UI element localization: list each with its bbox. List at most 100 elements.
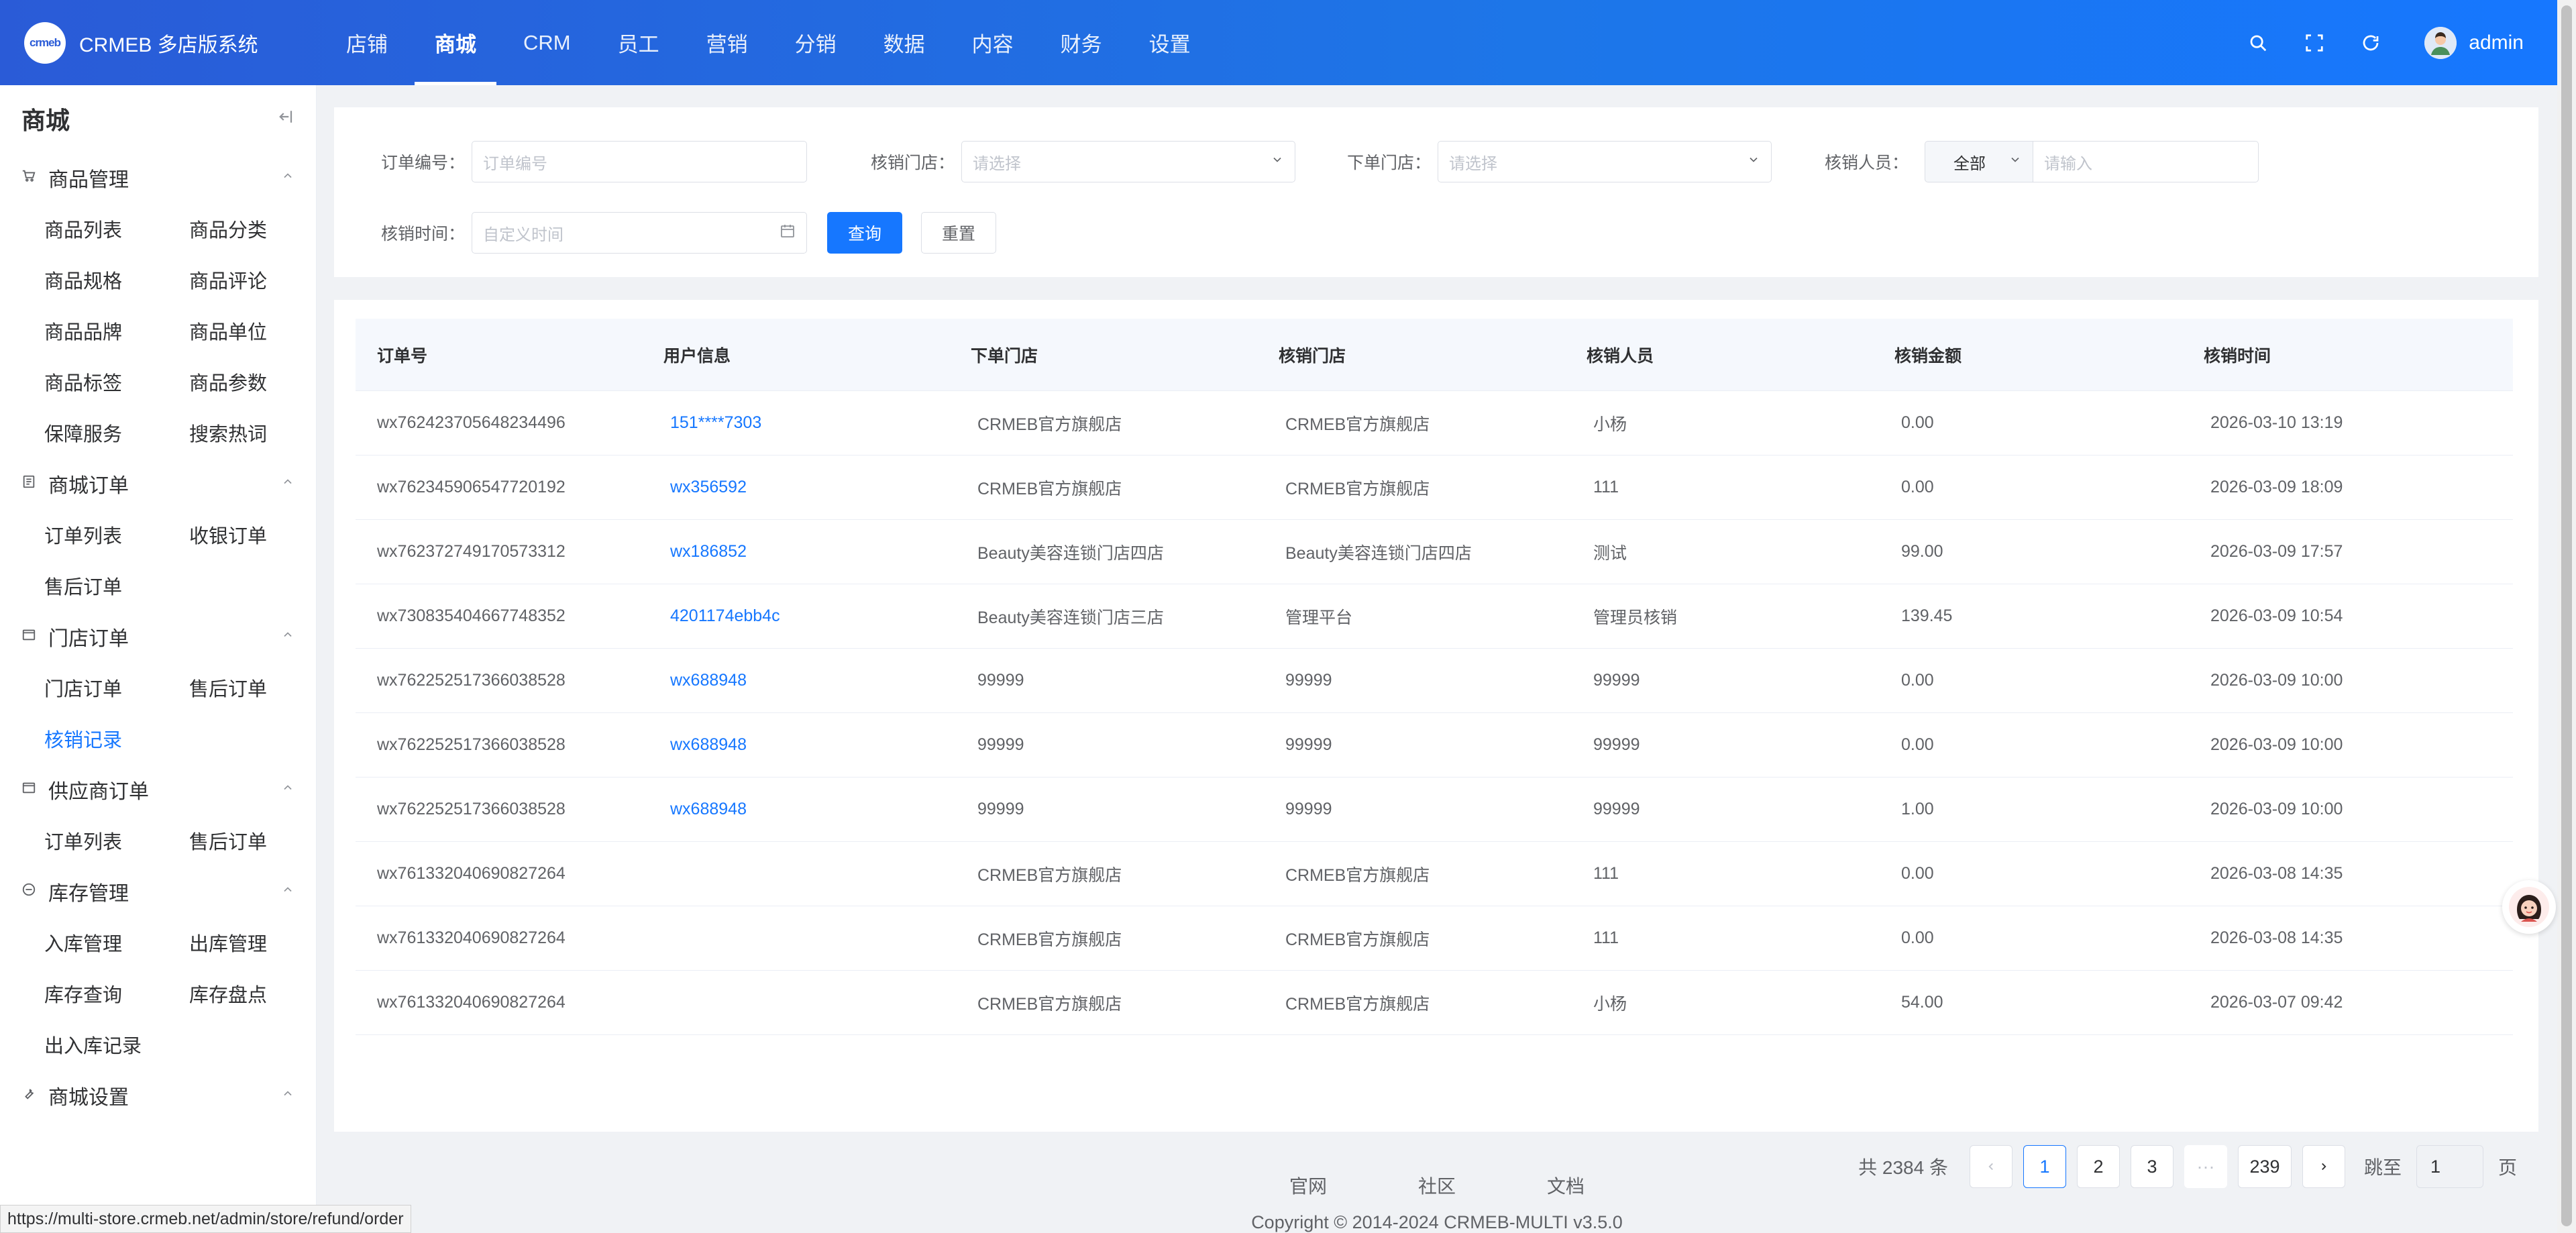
th-order-no: 订单号: [377, 346, 428, 366]
topnav-item-data[interactable]: 数据: [863, 0, 945, 85]
footer-link-official[interactable]: 官网: [1289, 1172, 1327, 1199]
store-icon: [21, 780, 42, 800]
order-no-input[interactable]: 订单编号: [472, 141, 808, 182]
topnav-item-finance[interactable]: 财务: [1040, 0, 1122, 85]
chevron-up-icon: [281, 1087, 294, 1104]
td-verifier: 管理员核销: [1593, 608, 1678, 627]
td-verify-store: Beauty美容连锁门店四店: [1285, 543, 1472, 563]
calendar-icon: [780, 223, 796, 243]
verifier-type-select[interactable]: 全部: [1925, 141, 2034, 182]
td-user-info[interactable]: wx688948: [642, 671, 949, 690]
menu-item-product-param[interactable]: 商品参数: [189, 356, 334, 407]
td-order-no: wx762252517366038528: [377, 671, 566, 690]
menu-item-stock-in[interactable]: 入库管理: [44, 917, 189, 968]
td-order-store: CRMEB官方旗舰店: [977, 415, 1122, 434]
td-user-info[interactable]: wx688948: [642, 735, 949, 755]
topnav-item-staff[interactable]: 员工: [598, 0, 680, 85]
sidebar: 商城 商品管理 商品列表 商品分类 商品规格 商品评论 商品品牌 商品单位 商品…: [0, 85, 317, 1233]
menu-group-head-mall-settings[interactable]: 商城设置: [0, 1070, 316, 1121]
td-user-info[interactable]: wx688948: [642, 800, 949, 819]
td-verify-store: CRMEB官方旗舰店: [1285, 865, 1430, 885]
menu-item-supplier-order-list[interactable]: 订单列表: [44, 815, 189, 866]
menu-item-product-tag[interactable]: 商品标签: [44, 356, 189, 407]
customer-service-avatar[interactable]: [2502, 880, 2556, 934]
td-verify-time: 2026-03-08 14:35: [2210, 864, 2343, 883]
td-order-no: wx762252517366038528: [377, 735, 566, 754]
td-amount: 99.00: [1901, 542, 1943, 561]
chevron-up-icon: [281, 883, 294, 900]
refresh-icon[interactable]: [2357, 30, 2384, 56]
menu-item-product-brand[interactable]: 商品品牌: [44, 305, 189, 356]
menu-item-aftersale-orders[interactable]: 售后订单: [44, 560, 189, 611]
td-amount: 139.45: [1901, 606, 1953, 625]
scrollbar-thumb[interactable]: [2561, 5, 2572, 1226]
order-store-label: 下单门店：: [1347, 154, 1432, 172]
query-button[interactable]: 查询: [827, 212, 903, 254]
stock-icon: [21, 882, 42, 902]
menu-item-cashier-orders[interactable]: 收银订单: [189, 509, 334, 560]
verifier-input[interactable]: 请输入: [2033, 141, 2259, 182]
topnav-item-content[interactable]: 内容: [952, 0, 1034, 85]
menu-item-stock-records[interactable]: 出入库记录: [44, 1019, 189, 1070]
menu-item-stock-out[interactable]: 出库管理: [189, 917, 334, 968]
status-bar-url: https://multi-store.crmeb.net/admin/stor…: [0, 1205, 411, 1233]
topnav-item-crm[interactable]: CRM: [503, 0, 591, 85]
menu-group-label: 库存管理: [48, 883, 129, 905]
topnav-item-settings[interactable]: 设置: [1129, 0, 1211, 85]
menu-item-verify-records[interactable]: 核销记录: [44, 713, 189, 764]
search-icon[interactable]: [2245, 30, 2271, 56]
reset-button[interactable]: 重置: [921, 212, 997, 254]
records-table: 订单号 用户信息 下单门店 核销门店 核销人员 核销金额 核销时间 wx7624…: [356, 319, 2513, 1035]
menu-group-products: 商品管理 商品列表 商品分类 商品规格 商品评论 商品品牌 商品单位 商品标签 …: [0, 152, 316, 458]
collapse-sidebar-icon[interactable]: [274, 107, 294, 131]
td-verifier: 测试: [1593, 543, 1627, 563]
page-scrollbar[interactable]: [2557, 0, 2576, 1233]
avatar[interactable]: [2424, 26, 2457, 59]
menu-group-head-supplier-orders[interactable]: 供应商订单: [0, 764, 316, 815]
verify-time-picker[interactable]: 自定义时间: [472, 212, 808, 254]
order-store-select[interactable]: 请选择: [1438, 141, 1772, 182]
menu-item-hot-search[interactable]: 搜索热词: [189, 407, 334, 458]
menu-item-stock-take[interactable]: 库存盘点: [189, 968, 334, 1019]
topnav-item-distribution[interactable]: 分销: [775, 0, 857, 85]
menu-item-guarantee[interactable]: 保障服务: [44, 407, 189, 458]
topnav-item-marketing[interactable]: 营销: [686, 0, 768, 85]
menu-group-head-mall-orders[interactable]: 商城订单: [0, 458, 316, 509]
td-user-info[interactable]: wx186852: [642, 542, 949, 561]
verifier-type-value: 全部: [1953, 154, 1986, 173]
menu-item-store-aftersale[interactable]: 售后订单: [189, 662, 334, 713]
menu-item-product-unit[interactable]: 商品单位: [189, 305, 334, 356]
menu-item-order-list[interactable]: 订单列表: [44, 509, 189, 560]
footer-link-docs[interactable]: 文档: [1547, 1172, 1585, 1199]
th-verifier: 核销人员: [1587, 346, 1654, 366]
footer-link-community[interactable]: 社区: [1418, 1172, 1456, 1199]
td-user-info[interactable]: wx356592: [642, 478, 949, 497]
order-no-placeholder: 订单编号: [483, 154, 548, 173]
logo[interactable]: crmeb CRMEB 多店版系统: [24, 21, 326, 64]
menu-item-supplier-aftersale[interactable]: 售后订单: [189, 815, 334, 866]
fullscreen-icon[interactable]: [2301, 30, 2328, 56]
menu-item-store-orders[interactable]: 门店订单: [44, 662, 189, 713]
topnav-item-mall[interactable]: 商城: [415, 0, 496, 85]
menu-item-stock-query[interactable]: 库存查询: [44, 968, 189, 1019]
menu-item-product-list[interactable]: 商品列表: [44, 203, 189, 254]
td-amount: 0.00: [1901, 671, 1934, 690]
menu-group-head-inventory[interactable]: 库存管理: [0, 866, 316, 917]
admin-name[interactable]: admin: [2469, 32, 2524, 54]
td-amount: 0.00: [1901, 478, 1934, 496]
verify-store-select[interactable]: 请选择: [961, 141, 1296, 182]
menu-group-head-store-orders[interactable]: 门店订单: [0, 611, 316, 662]
menu-item-product-review[interactable]: 商品评论: [189, 254, 334, 305]
menu-item-product-spec[interactable]: 商品规格: [44, 254, 189, 305]
td-order-store: CRMEB官方旗舰店: [977, 994, 1122, 1014]
td-user-info[interactable]: 4201174ebb4c: [642, 606, 949, 626]
th-amount: 核销金额: [1894, 346, 1962, 366]
top-nav: 店铺 商城 CRM 员工 营销 分销 数据 内容 财务 设置: [326, 0, 1218, 85]
td-order-store: 99999: [977, 735, 1024, 754]
th-verify-store: 核销门店: [1279, 346, 1346, 366]
chevron-up-icon: [281, 628, 294, 645]
topnav-item-store[interactable]: 店铺: [326, 0, 408, 85]
td-user-info[interactable]: 151****7303: [642, 413, 949, 433]
menu-group-head-products[interactable]: 商品管理: [0, 152, 316, 203]
menu-item-product-category[interactable]: 商品分类: [189, 203, 334, 254]
